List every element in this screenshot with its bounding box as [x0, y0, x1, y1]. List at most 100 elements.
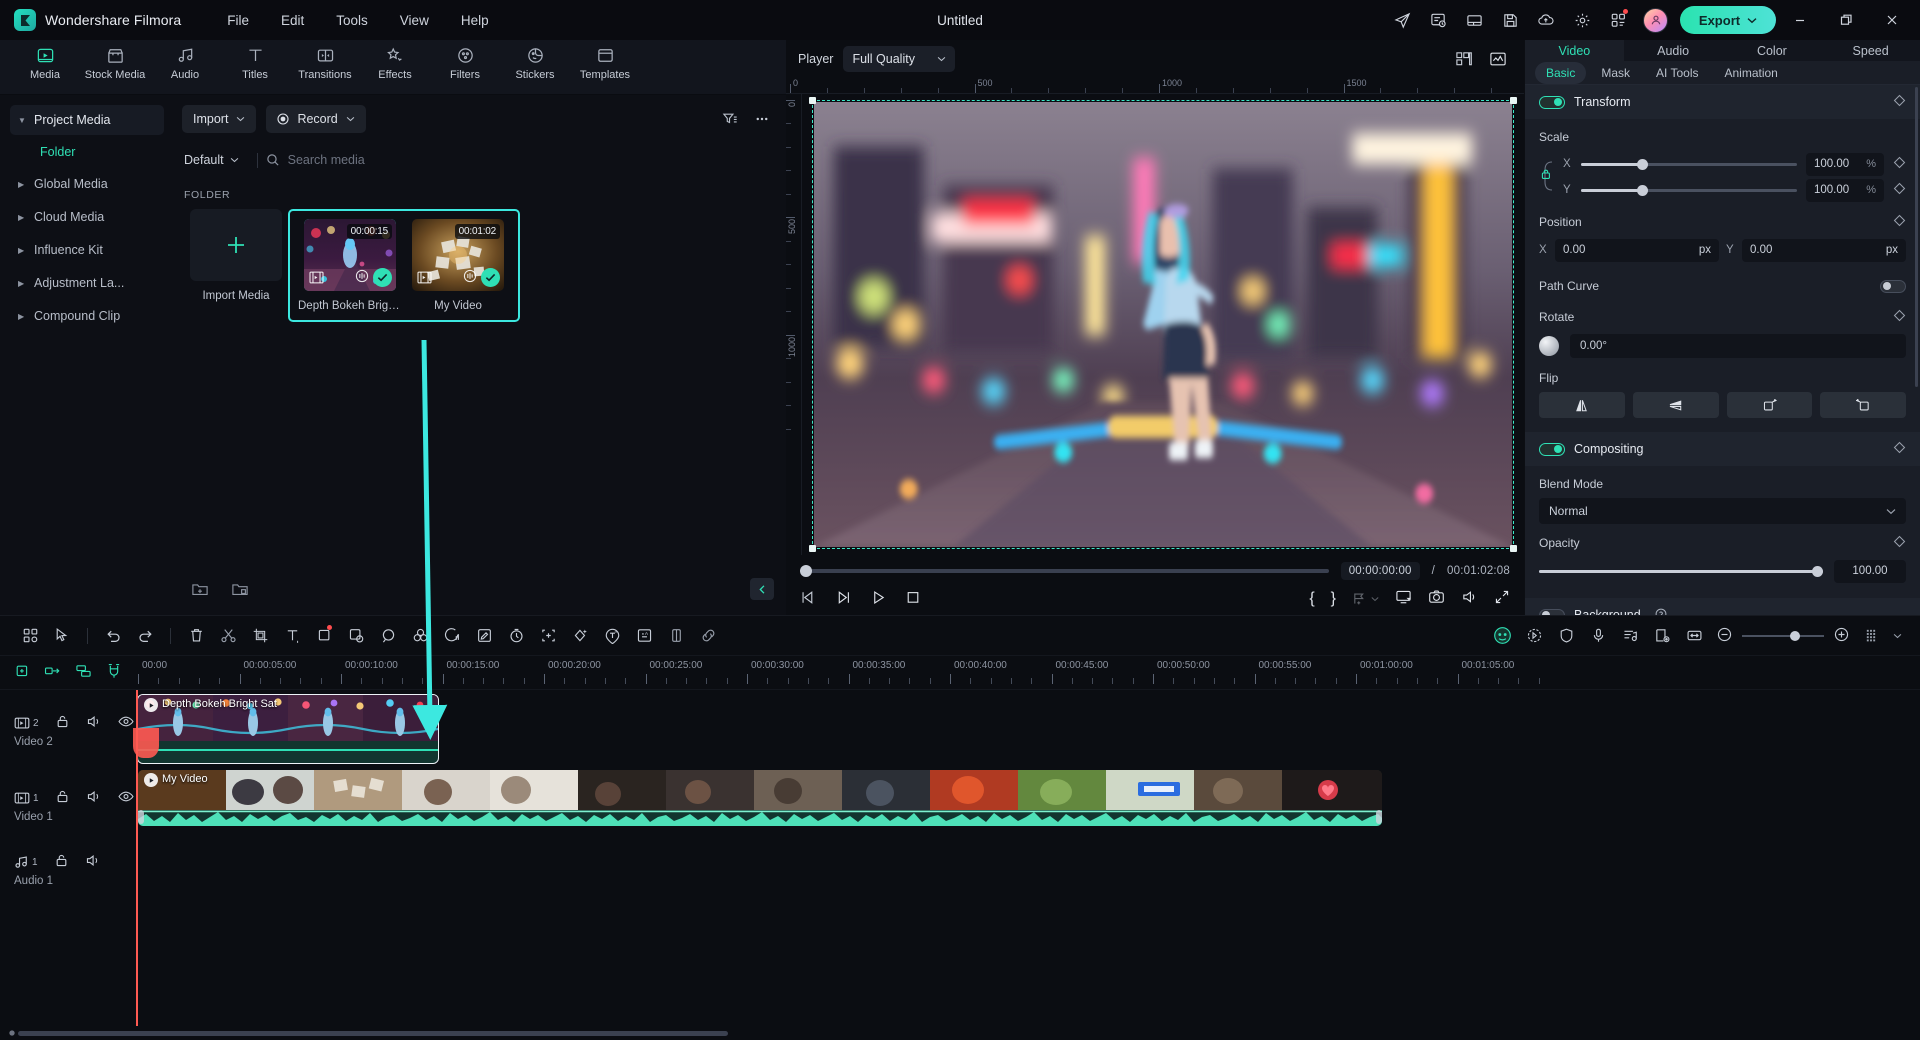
background-toggle[interactable] — [1539, 609, 1565, 615]
hide-icon[interactable] — [118, 790, 134, 806]
flip-horizontal-icon[interactable] — [1539, 392, 1625, 418]
play-button[interactable] — [870, 590, 887, 608]
properties-scrollbar[interactable] — [1915, 87, 1918, 387]
fit-timeline-icon[interactable] — [1678, 621, 1710, 651]
cloud-icon[interactable] — [1529, 4, 1563, 36]
scale-x-field[interactable]: 100.00 % — [1806, 153, 1884, 176]
timeline-clip-my-video[interactable]: My Video — [138, 770, 1382, 826]
position-y-field[interactable]: 0.00 px — [1742, 239, 1906, 262]
menu-edit[interactable]: Edit — [265, 7, 320, 34]
transform-keyframe-icon[interactable] — [1893, 94, 1906, 110]
path-curve-toggle[interactable] — [1880, 280, 1906, 293]
color-match-icon[interactable] — [308, 621, 340, 651]
menu-tools[interactable]: Tools — [320, 7, 384, 34]
stop-button[interactable] — [905, 590, 921, 608]
markers-icon[interactable] — [44, 663, 61, 682]
rotate-field[interactable]: 0.00° — [1570, 334, 1906, 358]
avatar[interactable] — [1643, 8, 1668, 33]
resize-handle-br[interactable] — [1510, 545, 1517, 552]
timeline-hscrollbar[interactable] — [18, 1031, 728, 1036]
auto-reframe-icon[interactable] — [532, 621, 564, 651]
volume-icon[interactable] — [1461, 589, 1478, 608]
layout-icon[interactable] — [1457, 4, 1491, 36]
project-history-icon[interactable] — [1421, 4, 1455, 36]
sidebar-item-project-media[interactable]: ▼ Project Media — [10, 105, 164, 135]
split-icon[interactable] — [212, 621, 244, 651]
tab-color[interactable]: Color — [1723, 40, 1822, 61]
more-options-icon[interactable] — [748, 106, 776, 132]
shield-icon[interactable] — [1550, 621, 1582, 651]
tab-stock-media[interactable]: Stock Media — [82, 41, 148, 93]
color-wheels-icon[interactable] — [404, 621, 436, 651]
timeline-clip-depth-bokeh[interactable]: Depth Bokeh Bright Sat — [138, 695, 438, 763]
display-settings-icon[interactable] — [1395, 589, 1412, 608]
clip-play-icon[interactable] — [144, 773, 158, 787]
compositing-toggle[interactable] — [1539, 443, 1565, 456]
undo-icon[interactable] — [97, 621, 129, 651]
clip-play-icon[interactable] — [144, 698, 158, 712]
media-thumbnail[interactable]: 00:01:02 — [412, 219, 504, 291]
save-icon[interactable] — [1493, 4, 1527, 36]
redo-icon[interactable] — [129, 621, 161, 651]
mute-icon[interactable] — [86, 714, 102, 732]
lock-icon[interactable] — [55, 714, 70, 732]
record-voiceover-icon[interactable] — [1518, 621, 1550, 651]
tab-stickers[interactable]: Stickers — [502, 41, 568, 93]
sort-dropdown[interactable]: Default — [182, 153, 249, 167]
help-icon[interactable] — [1655, 608, 1667, 615]
audio-detach-icon[interactable] — [436, 621, 468, 651]
blend-mode-select[interactable]: Normal — [1539, 498, 1906, 524]
current-timecode[interactable]: 00:00:00:00 — [1341, 562, 1420, 580]
scope-icon[interactable] — [1484, 46, 1512, 72]
timeline-options-icon[interactable] — [1856, 621, 1888, 651]
menu-view[interactable]: View — [384, 7, 445, 34]
lock-icon[interactable] — [54, 853, 69, 871]
mark-out-button[interactable]: } — [1331, 590, 1336, 608]
seek-slider[interactable] — [800, 569, 1329, 573]
clip-trim-handle-right[interactable] — [1376, 810, 1382, 824]
tab-filters[interactable]: Filters — [432, 41, 498, 93]
sidebar-item-compound-clip[interactable]: ▶ Compound Clip — [10, 301, 164, 331]
maximize-button[interactable] — [1824, 0, 1868, 40]
timeline-options-caret-icon[interactable] — [1888, 621, 1906, 651]
tab-video[interactable]: Video — [1525, 40, 1624, 61]
rotate-cw-icon[interactable] — [1727, 392, 1813, 418]
add-track-icon[interactable] — [14, 663, 30, 682]
import-media-cell[interactable]: Import Media — [182, 209, 290, 302]
media-thumbnail[interactable]: 00:00:15 — [304, 219, 396, 291]
add-text-icon[interactable] — [276, 621, 308, 651]
playhead[interactable] — [136, 690, 138, 1026]
settings-icon[interactable] — [1565, 4, 1599, 36]
previous-frame-button[interactable] — [800, 590, 817, 608]
sidebar-item-folder[interactable]: Folder — [10, 138, 164, 166]
folder-settings-icon[interactable] — [226, 576, 254, 602]
selection-tool-icon[interactable] — [46, 621, 78, 651]
resize-handle-bl[interactable] — [809, 545, 816, 552]
zoom-in-button[interactable] — [1833, 626, 1850, 646]
export-button[interactable]: Export — [1680, 6, 1776, 34]
ai-translate-icon[interactable]: a — [596, 621, 628, 651]
subtab-animation[interactable]: Animation — [1713, 62, 1788, 84]
media-item-depth-bokeh[interactable]: 00:00:15 — [296, 219, 404, 312]
sidebar-item-influence-kit[interactable]: ▶ Influence Kit — [10, 235, 164, 265]
import-media-box[interactable] — [190, 209, 282, 281]
seek-knob[interactable] — [800, 565, 812, 577]
mark-in-button[interactable]: { — [1309, 590, 1314, 608]
speed-icon[interactable] — [500, 621, 532, 651]
green-screen-icon[interactable] — [340, 621, 372, 651]
menu-file[interactable]: File — [211, 7, 265, 34]
timeline-ruler[interactable]: 00:0000:00:05:0000:00:10:0000:00:15:0000… — [136, 656, 1920, 689]
subtab-basic[interactable]: Basic — [1535, 62, 1586, 84]
zoom-out-button[interactable] — [1716, 626, 1733, 646]
subtitle-icon[interactable]: A — [628, 621, 660, 651]
collapse-panel-button[interactable] — [750, 578, 774, 600]
hide-icon[interactable] — [118, 715, 134, 731]
delete-icon[interactable] — [180, 621, 212, 651]
quality-dropdown[interactable]: Full Quality — [843, 46, 955, 72]
crop-icon[interactable] — [244, 621, 276, 651]
lock-icon[interactable] — [55, 789, 70, 807]
tab-audio[interactable]: Audio — [1624, 40, 1723, 61]
scroll-left-icon[interactable] — [6, 1029, 18, 1037]
track-lanes[interactable]: Depth Bokeh Bright Sat — [136, 690, 1920, 1026]
compositing-keyframe-icon[interactable] — [1893, 441, 1906, 457]
